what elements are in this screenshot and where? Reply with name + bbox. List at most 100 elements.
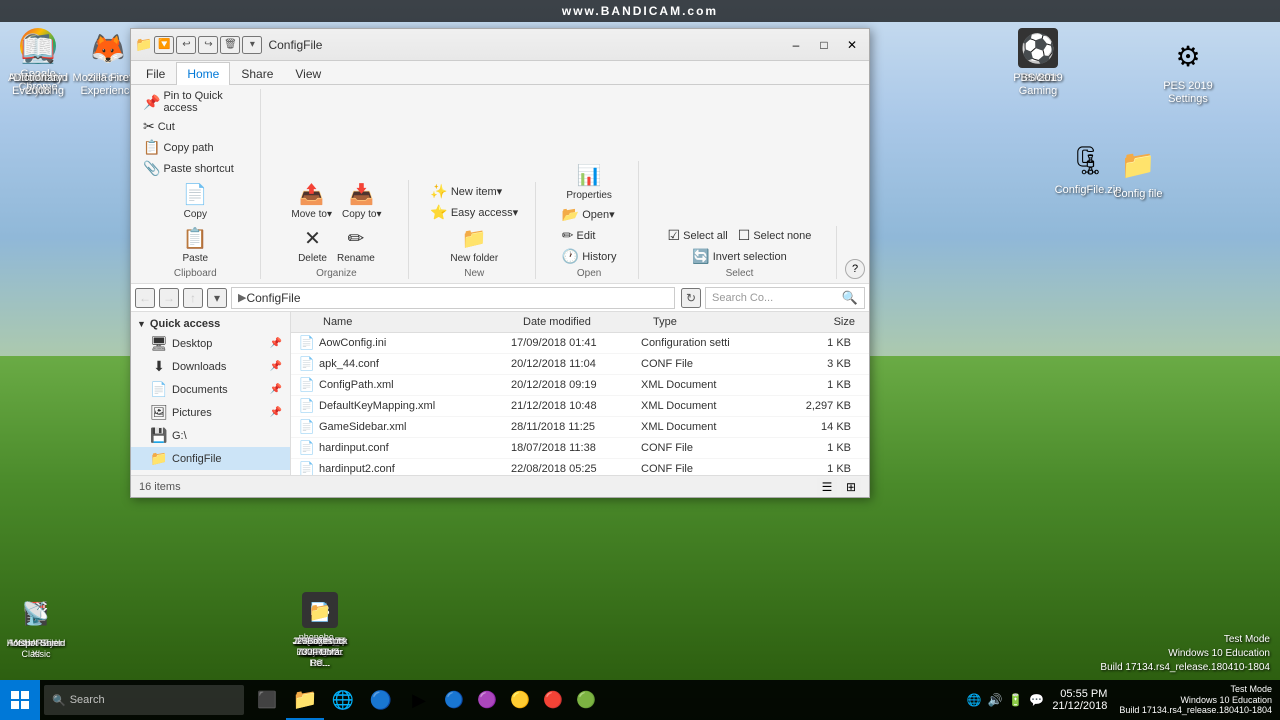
copy-button[interactable]: 📄 Copy <box>177 180 213 222</box>
taskbar-file-explorer-button[interactable]: 📁 <box>286 680 324 720</box>
undo-btn[interactable]: ↩ <box>176 36 196 54</box>
file-list: Name Date modified Type Size 📄 AowConfig… <box>291 312 869 475</box>
forward-button[interactable]: → <box>159 288 179 308</box>
col-header-size[interactable]: Size <box>779 314 859 330</box>
content-area: ▼ Quick access 🖥 Desktop 📌 ⬇ Downloads 📌 <box>131 312 869 475</box>
paste-shortcut-button[interactable]: 📎 Paste shortcut <box>139 159 252 178</box>
table-row[interactable]: 📄 ConfigPath.xml 20/12/2018 09:19 XML Do… <box>291 375 869 396</box>
more-quick-btn[interactable]: ▾ <box>242 36 262 54</box>
desktop-sidebar-icon: 🖥 <box>151 335 167 352</box>
minimize-button[interactable]: – <box>783 34 809 56</box>
tab-share[interactable]: Share <box>230 62 284 85</box>
maximize-button[interactable]: □ <box>811 34 837 56</box>
cut-button[interactable]: ✂ Cut <box>139 117 252 136</box>
sidebar-item-pictures[interactable]: 🖼 Pictures 📌 <box>131 401 290 424</box>
sidebar-pictures-label: Pictures <box>172 407 212 419</box>
copy-to-button[interactable]: 📥 Copy to▾ <box>338 180 385 222</box>
invert-label: Invert selection <box>713 251 787 263</box>
large-icons-view-button[interactable]: ⊞ <box>841 478 861 496</box>
open-ribbon-button[interactable]: 📂 Open▾ <box>558 205 621 224</box>
history-button[interactable]: 🕐 History <box>558 247 621 266</box>
table-row[interactable]: 📄 AowConfig.ini 17/09/2018 01:41 Configu… <box>291 333 869 354</box>
quick-access-header[interactable]: ▼ Quick access <box>131 316 290 332</box>
ribbon-content: 📌 Pin to Quick access ✂ Cut 📋 Copy path <box>131 85 869 283</box>
quick-access-section: ▼ Quick access 🖥 Desktop 📌 ⬇ Downloads 📌 <box>131 316 290 475</box>
taskbar-search[interactable]: 🔍 Search <box>44 685 244 715</box>
taskbar-mediaplayer-button[interactable]: ▶ <box>400 680 438 720</box>
table-row[interactable]: 📄 apk_44.conf 20/12/2018 11:04 CONF File… <box>291 354 869 375</box>
search-taskbar-placeholder: Search <box>70 694 105 706</box>
address-bar[interactable]: ▶ ConfigFile <box>231 287 675 309</box>
desktop-icon-dictionary[interactable]: 📖 Dictionary 2008 <box>2 28 74 98</box>
file-size: 14 KB <box>771 421 851 433</box>
new-item-button[interactable]: ✨ New item▾ <box>426 182 522 201</box>
taskbar-app-button-3[interactable]: 🟡 <box>504 680 536 720</box>
table-row[interactable]: 📄 hardinput.conf 18/07/2018 11:38 CONF F… <box>291 438 869 459</box>
col-header-date[interactable]: Date modified <box>519 314 649 330</box>
table-row[interactable]: 📄 GameSidebar.xml 28/11/2018 11:25 XML D… <box>291 417 869 438</box>
close-button[interactable]: ✕ <box>839 34 865 56</box>
ribbon: File Home Share View 📌 Pin to Quick acce… <box>131 61 869 284</box>
help-button[interactable]: ? <box>845 259 865 279</box>
file-type-icon: 📄 <box>299 398 315 414</box>
new-folder-button[interactable]: 📁 New folder <box>446 224 502 266</box>
move-to-button[interactable]: 📤 Move to▾ <box>287 180 336 222</box>
sidebar-item-downloads[interactable]: ⬇ Downloads 📌 <box>131 355 290 378</box>
paste-shortcut-label: Paste shortcut <box>163 163 233 175</box>
edit-button[interactable]: ✏ Edit <box>558 226 621 245</box>
redo-btn[interactable]: ↪ <box>198 36 218 54</box>
recent-locations-button[interactable]: ▾ <box>207 288 227 308</box>
back-button[interactable]: ← <box>135 288 155 308</box>
paste-button[interactable]: 📋 Paste <box>177 224 213 266</box>
boxes-icon: 📁 <box>300 592 340 632</box>
taskbar-ie-button[interactable]: 🔵 <box>362 680 400 720</box>
sidebar-item-configfile[interactable]: 📁 ConfigFile <box>131 447 290 470</box>
col-header-type[interactable]: Type <box>649 314 779 330</box>
desktop-icon-pes2019-settings[interactable]: ⚙ PES 2019 Settings <box>1152 36 1224 106</box>
taskbar-app-button-1[interactable]: 🔵 <box>438 680 470 720</box>
tab-file[interactable]: File <box>135 62 176 85</box>
rename-button[interactable]: ✏ Rename <box>333 224 379 266</box>
select-none-button[interactable]: ☐ Select none <box>734 226 816 245</box>
desktop-icon-configfile-folder[interactable]: 📁 Config file <box>1102 144 1174 201</box>
delete-quick-btn[interactable]: 🗑 <box>220 36 240 54</box>
tab-home[interactable]: Home <box>176 62 230 85</box>
rename-label: Rename <box>337 253 375 264</box>
taskbar-chrome-button[interactable]: 🌐 <box>324 680 362 720</box>
file-name: DefaultKeyMapping.xml <box>319 400 511 412</box>
sidebar-item-g-drive[interactable]: 💾 G:\ <box>131 424 290 447</box>
delete-button[interactable]: ✕ Delete <box>294 224 331 266</box>
sidebar-item-documents[interactable]: 📄 Documents 📌 <box>131 378 290 401</box>
taskbar-app-button-5[interactable]: 🟢 <box>570 680 602 720</box>
start-button[interactable] <box>0 680 40 720</box>
pictures-sidebar-icon: 🖼 <box>151 404 167 421</box>
col-header-name[interactable]: Name <box>319 314 519 330</box>
taskbar-app-button-4[interactable]: 🔴 <box>537 680 569 720</box>
taskbar-shortcut-hotspot[interactable]: 📡 Hotspot Shield <box>4 594 68 649</box>
table-row[interactable]: 📄 hardinput2.conf 22/08/2018 05:25 CONF … <box>291 459 869 475</box>
clipboard-label: Clipboard <box>174 268 217 279</box>
tab-view[interactable]: View <box>284 62 332 85</box>
table-row[interactable]: 📄 DefaultKeyMapping.xml 21/12/2018 10:48… <box>291 396 869 417</box>
refresh-button[interactable]: ↻ <box>681 288 701 308</box>
select-all-button[interactable]: ☑ Select all <box>664 226 732 245</box>
easy-access-button[interactable]: ⭐ Easy access▾ <box>426 203 522 222</box>
file-name: apk_44.conf <box>319 358 511 370</box>
search-bar[interactable]: Search Co... 🔍 <box>705 287 865 309</box>
file-name: hardinput2.conf <box>319 463 511 475</box>
up-button[interactable]: ↑ <box>183 288 203 308</box>
pin-to-quick-access-button[interactable]: 📌 Pin to Quick access <box>139 89 252 115</box>
copy-path-button[interactable]: 📋 Copy path <box>139 138 252 157</box>
desktop-icon-pes2019[interactable]: ⚽ PBS 2019 <box>1002 28 1074 85</box>
properties-ribbon-button[interactable]: 📊 Properties <box>562 161 616 203</box>
invert-selection-button[interactable]: 🔄 Invert selection <box>688 247 790 266</box>
task-view-button[interactable]: ⬛ <box>248 680 286 720</box>
properties-btn[interactable]: 🔽 <box>154 36 174 54</box>
notification-tray-icon: 💬 <box>1029 693 1044 707</box>
taskbar-icon-boxes[interactable]: 📁 Boxes <box>292 592 348 647</box>
taskbar-app-button-2[interactable]: 🟣 <box>471 680 503 720</box>
downloads-sidebar-icon: ⬇ <box>151 358 167 375</box>
sidebar-item-desktop[interactable]: 🖥 Desktop 📌 <box>131 332 290 355</box>
taskbar-tray: 🌐 🔊 🔋 💬 05:55 PM 21/12/2018 Test Mode Wi… <box>959 680 1280 720</box>
details-view-button[interactable]: ☰ <box>817 478 837 496</box>
